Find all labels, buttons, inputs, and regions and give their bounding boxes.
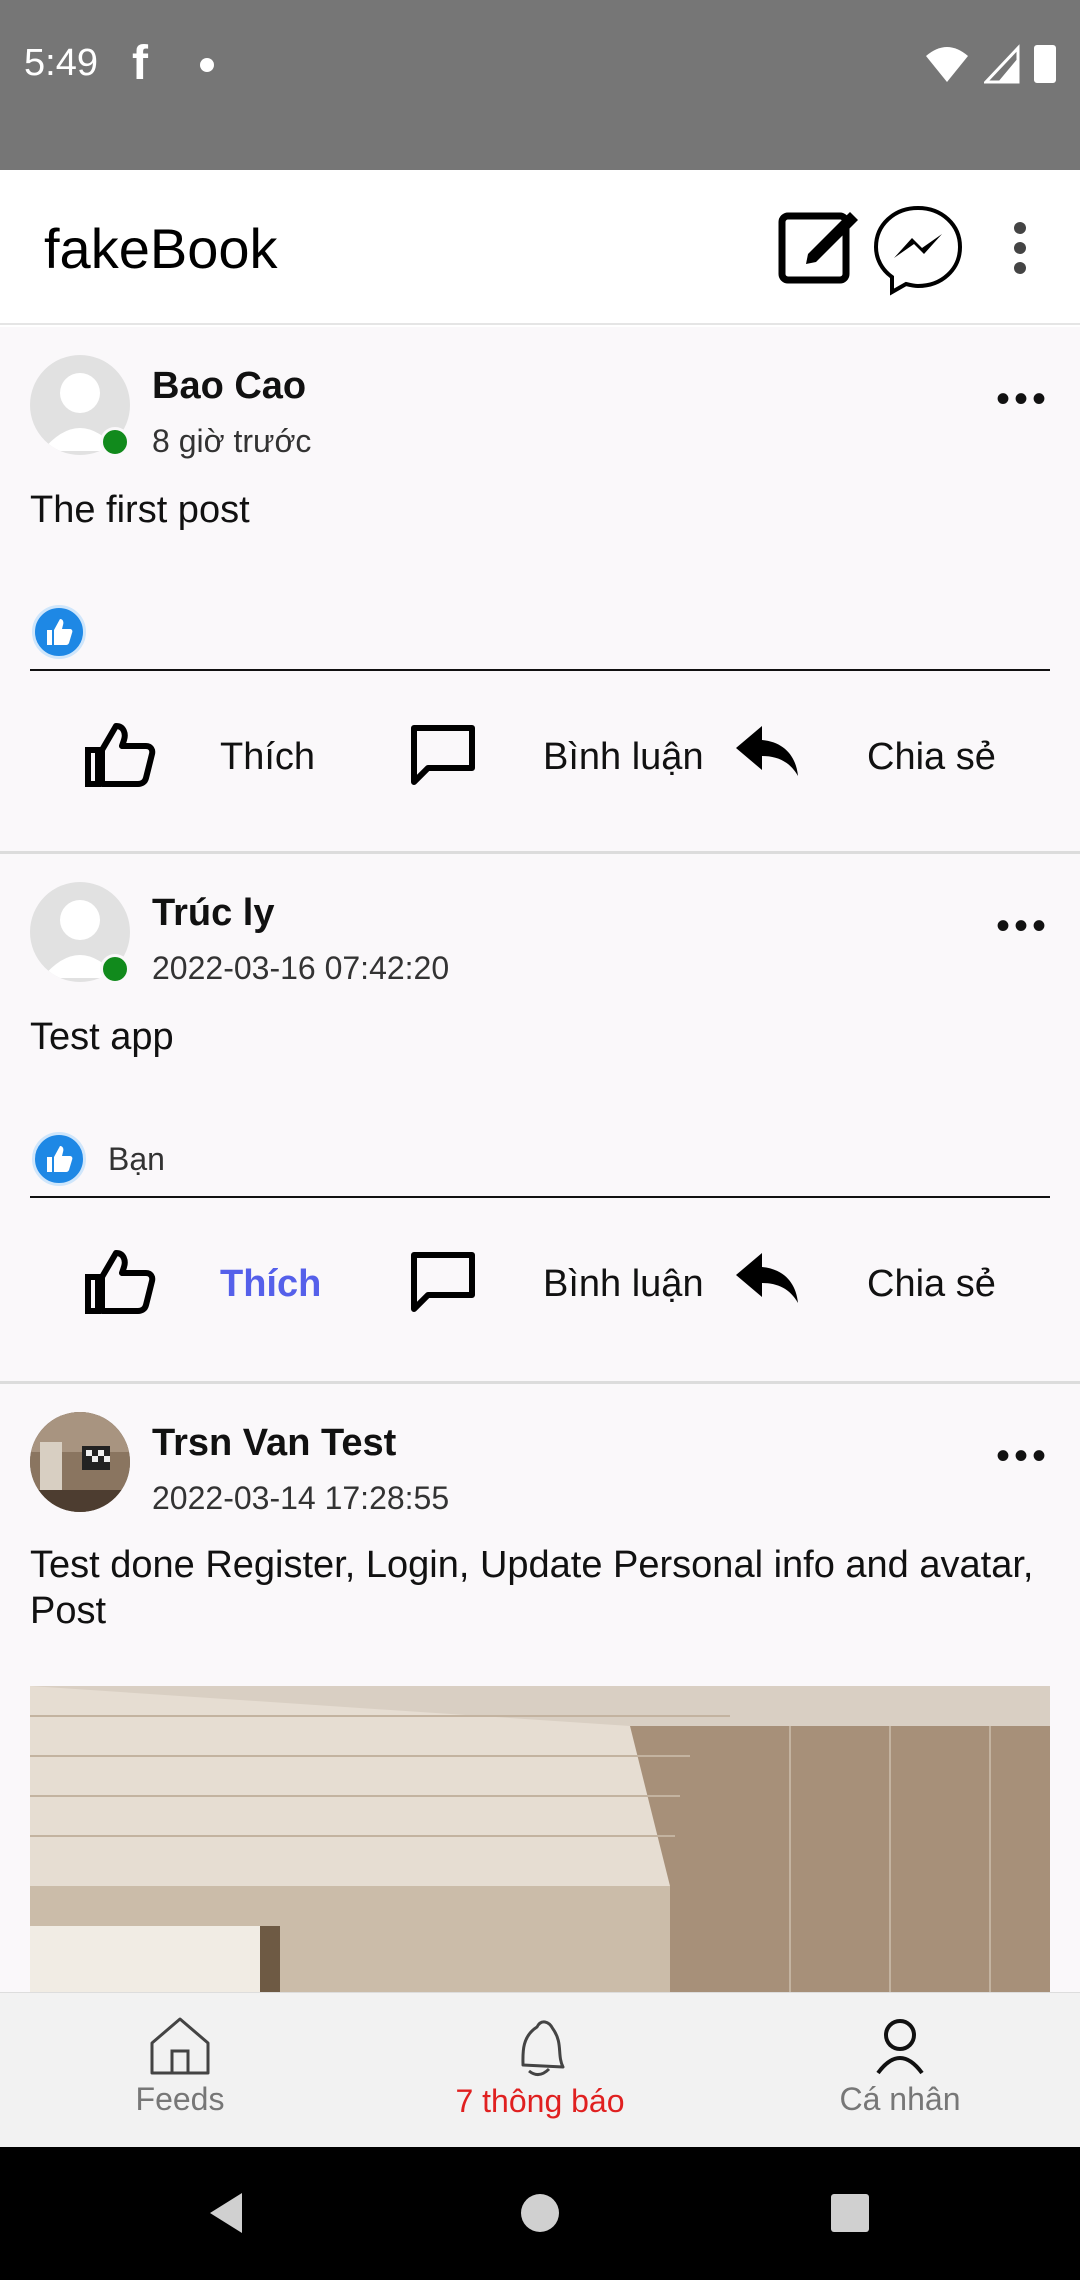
post-content: Test done Register, Login, Update Person… (30, 1544, 1034, 1632)
online-status-dot (100, 427, 130, 457)
battery-icon (1034, 45, 1056, 83)
compose-icon[interactable] (778, 204, 860, 286)
post-time: 8 giờ trước (152, 423, 312, 459)
share-button-label[interactable]: Chia sẻ (867, 1263, 996, 1306)
post-author[interactable]: Trúc ly (152, 892, 275, 935)
app-title: fakeBook (44, 217, 278, 280)
post-more-button[interactable]: ••• (996, 1434, 1050, 1479)
person-icon (876, 2019, 924, 2075)
reaction-summary[interactable]: Bạn (32, 1130, 165, 1188)
system-navigation-bar (0, 2147, 1080, 2280)
share-reply-icon[interactable] (734, 724, 800, 778)
app-bar: fakeBook (0, 170, 1080, 325)
post-time: 2022-03-16 07:42:20 (152, 950, 450, 986)
post-content: The first post (30, 489, 250, 531)
bell-icon (521, 2020, 565, 2076)
post-more-button[interactable]: ••• (996, 904, 1050, 949)
bottom-navigation: Feeds 7 thông báo Cá nhân (0, 1992, 1080, 2147)
like-icon[interactable] (84, 722, 156, 788)
like-icon[interactable] (84, 1249, 156, 1315)
back-icon[interactable] (206, 2191, 246, 2235)
post-actions: Thích Bình luận Chia sẻ (0, 1249, 1080, 1349)
post-card: Trúc ly 2022-03-16 07:42:20 ••• Test app… (0, 854, 1080, 1384)
comment-icon[interactable] (408, 1251, 478, 1313)
post-author[interactable]: Trsn Van Test (152, 1422, 396, 1465)
comment-icon[interactable] (408, 724, 478, 786)
nav-profile-label: Cá nhân (839, 2081, 961, 2117)
cell-signal-icon (984, 44, 1020, 84)
post-author[interactable]: Bao Cao (152, 365, 306, 408)
like-reaction-icon (32, 605, 86, 659)
share-reply-icon[interactable] (734, 1251, 800, 1305)
nav-notifications-label: 7 thông báo (455, 2083, 625, 2119)
like-button-label[interactable]: Thích (220, 1263, 321, 1306)
like-reaction-icon (32, 1132, 86, 1186)
notification-dot-icon (200, 58, 214, 72)
post-time: 2022-03-14 17:28:55 (152, 1480, 450, 1516)
post-divider (30, 1196, 1050, 1198)
post-image[interactable] (30, 1686, 1050, 1992)
home-button-icon[interactable] (520, 2191, 560, 2235)
post-more-button[interactable]: ••• (996, 377, 1050, 422)
post-actions: Thích Bình luận Chia sẻ (0, 722, 1080, 822)
messenger-icon[interactable] (872, 204, 964, 296)
post-card: Bao Cao 8 giờ trước ••• The first post T… (0, 327, 1080, 854)
post-content: Test app (30, 1016, 174, 1058)
comment-button-label[interactable]: Bình luận (543, 1263, 704, 1306)
recents-icon[interactable] (830, 2191, 870, 2235)
status-icons (924, 44, 1056, 84)
post-card: Trsn Van Test 2022-03-14 17:28:55 ••• Te… (0, 1384, 1080, 1992)
more-vert-icon[interactable] (1004, 220, 1036, 276)
reaction-summary[interactable] (32, 603, 86, 661)
user-photo-avatar (30, 1412, 130, 1512)
feed-list[interactable]: Bao Cao 8 giờ trước ••• The first post T… (0, 327, 1080, 1992)
home-icon (150, 2017, 210, 2075)
comment-button-label[interactable]: Bình luận (543, 736, 704, 779)
avatar[interactable] (30, 1412, 130, 1512)
share-button-label[interactable]: Chia sẻ (867, 736, 996, 779)
nav-profile[interactable]: Cá nhân (720, 1993, 1080, 2148)
nav-feeds-label: Feeds (135, 2081, 225, 2117)
like-button-label[interactable]: Thích (220, 736, 315, 779)
status-time: 5:49 (24, 42, 98, 84)
post-divider (30, 669, 1050, 671)
status-bar: 5:49 f (0, 0, 1080, 170)
facebook-notification-icon: f (132, 37, 148, 90)
online-status-dot (100, 954, 130, 984)
reaction-names: Bạn (108, 1140, 165, 1177)
nav-notifications[interactable]: 7 thông báo (360, 1993, 720, 2148)
wifi-icon (926, 47, 968, 82)
nav-feeds[interactable]: Feeds (0, 1993, 360, 2148)
